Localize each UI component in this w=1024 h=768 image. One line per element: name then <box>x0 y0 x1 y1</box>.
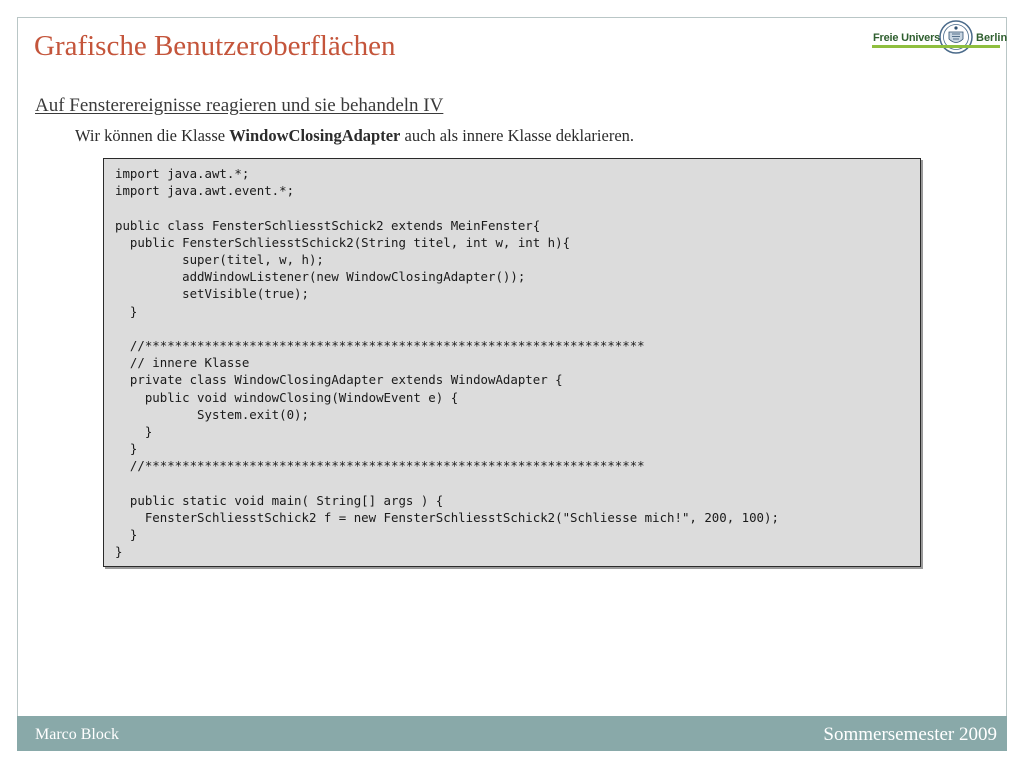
intro-text: Wir können die Klasse WindowClosingAdapt… <box>75 126 634 146</box>
university-seal-icon <box>939 20 973 54</box>
code-line: } <box>115 303 138 319</box>
code-line: System.exit(0); <box>115 406 309 422</box>
code-line: public static void main( String[] args )… <box>115 492 444 508</box>
code-line: import java.awt.event.*; <box>115 183 295 199</box>
section-subheading: Auf Fensterereignisse reagieren und sie … <box>35 95 444 116</box>
footer-semester: Sommersemester 2009 <box>823 724 997 745</box>
slide-title: Grafische Benutzeroberflächen <box>34 30 396 62</box>
code-line: } <box>115 544 123 560</box>
code-line: //**************************************… <box>115 458 645 474</box>
code-line: //**************************************… <box>115 338 645 354</box>
code-line: public FensterSchliesstSchick2(String ti… <box>115 234 571 250</box>
code-line: } <box>115 441 138 457</box>
code-line: public class FensterSchliesstSchick2 ext… <box>115 217 541 233</box>
code-line: } <box>115 424 153 440</box>
code-line: } <box>115 527 138 543</box>
code-listing: import java.awt.*; import java.awt.event.… <box>115 165 779 561</box>
logo-text-right: Berlin <box>976 32 1008 44</box>
intro-text-after: auch als innere Klasse deklarieren. <box>400 126 635 145</box>
code-line: import java.awt.*; <box>115 166 250 181</box>
code-line: private class WindowClosingAdapter exten… <box>115 372 563 388</box>
code-line: super(titel, w, h); <box>115 252 324 268</box>
code-line: setVisible(true); <box>115 286 309 302</box>
code-line: public void windowClosing(WindowEvent e)… <box>115 389 459 405</box>
code-listing-box: import java.awt.*; import java.awt.event.… <box>103 158 921 567</box>
code-line: // innere Klasse <box>115 355 250 371</box>
intro-text-before: Wir können die Klasse <box>75 126 230 145</box>
university-logo: Freie Universität Berlin <box>870 20 1008 60</box>
footer-bar: Marco Block Sommersemester 2009 <box>17 716 1007 751</box>
intro-text-emphasis: WindowClosingAdapter <box>229 126 401 145</box>
code-line: FensterSchliesstSchick2 f = new FensterS… <box>115 510 779 526</box>
code-line: addWindowListener(new WindowClosingAdapt… <box>115 269 526 285</box>
logo-underline <box>872 45 1000 48</box>
footer-author: Marco Block <box>35 726 119 743</box>
